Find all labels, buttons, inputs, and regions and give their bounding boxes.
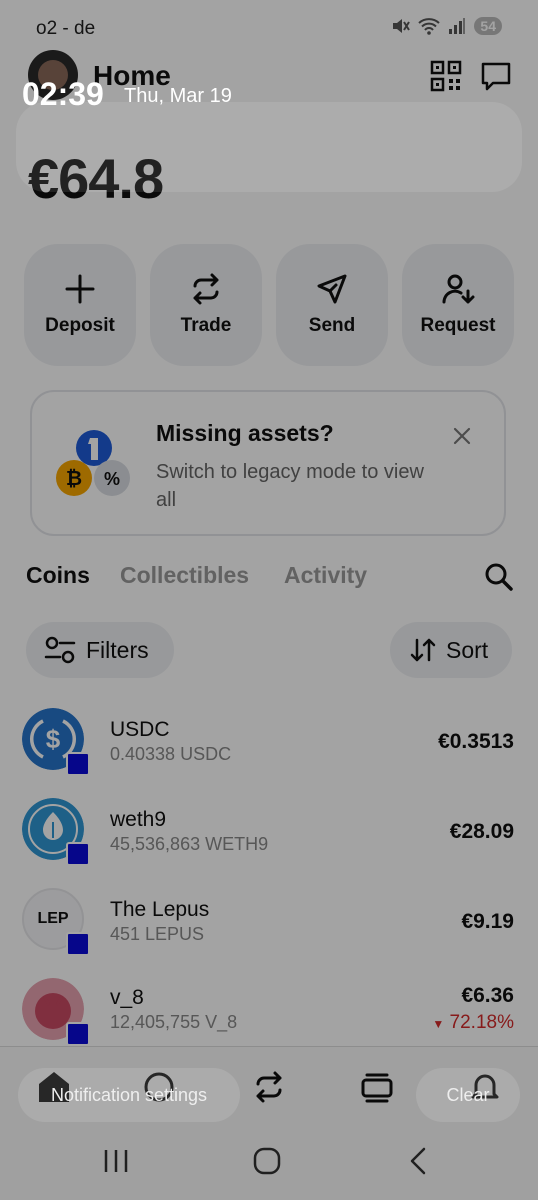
request-label: Request (420, 315, 496, 336)
qr-code-icon[interactable] (430, 60, 462, 92)
coin-row-usdc[interactable]: $ USDC 0.40338 USDC €0.3513 (0, 696, 538, 786)
tab-collectibles[interactable]: Collectibles (120, 562, 249, 589)
coin-row-weth9[interactable]: weth9 45,536,863 WETH9 €28.09 (0, 786, 538, 876)
notification-card[interactable] (16, 102, 522, 192)
sort-button[interactable]: Sort (390, 622, 512, 678)
assets-illustration-icon: ₿ % (56, 430, 130, 496)
network-badge-icon (66, 752, 90, 776)
coin-row-v8[interactable]: v_8 12,405,755 V_8 €6.36 ▼ 72.18% (0, 966, 538, 1056)
signal-icon (449, 18, 466, 34)
request-button[interactable]: Request (402, 244, 514, 366)
home-button-icon[interactable] (252, 1146, 282, 1176)
network-badge-icon (66, 1022, 90, 1046)
tab-coins[interactable]: Coins (26, 562, 90, 589)
wifi-icon (418, 18, 441, 35)
trade-button[interactable]: Trade (150, 244, 262, 366)
battery-badge: 54 (474, 17, 502, 35)
price-change-value: 72.18% (449, 1012, 514, 1033)
coin-value: €0.3513 (438, 730, 514, 753)
filters-button[interactable]: Filters (26, 622, 174, 678)
send-button[interactable]: Send (276, 244, 388, 366)
recent-apps-icon[interactable] (102, 1148, 130, 1174)
send-label: Send (308, 315, 356, 336)
close-icon[interactable] (452, 426, 472, 446)
overlay-clock: 02:39 (22, 76, 104, 112)
send-icon (317, 274, 347, 304)
price-change: ▼ 72.18% (432, 1012, 514, 1034)
coin-amount: 0.40338 USDC (110, 744, 232, 764)
sort-icon (410, 638, 436, 662)
plus-icon (65, 274, 95, 304)
request-user-icon (442, 274, 475, 304)
mute-icon (393, 19, 411, 33)
status-bar: o2 - de 54 (0, 0, 538, 56)
down-triangle-icon: ▼ (432, 1017, 445, 1031)
sort-label: Sort (446, 636, 489, 663)
coin-name: v_8 (110, 986, 144, 1009)
network-badge-icon (66, 842, 90, 866)
carrier-label: o2 - de (36, 18, 96, 39)
svg-text:%: % (104, 469, 120, 489)
banner-text: Switch to legacy mode to view all (156, 461, 424, 511)
coin-row-lepus[interactable]: LEP The Lepus 451 LEPUS €9.19 (0, 876, 538, 966)
chat-icon[interactable] (480, 60, 512, 92)
coin-amount: 451 LEPUS (110, 924, 205, 944)
banner-title: Missing assets? (156, 420, 334, 446)
coin-name: The Lepus (110, 898, 210, 921)
network-badge-icon (66, 932, 90, 956)
deposit-label: Deposit (45, 315, 115, 336)
status-icons: 54 (390, 16, 502, 36)
coin-value: €9.19 (461, 910, 514, 933)
coin-name: weth9 (110, 808, 167, 831)
notification-settings-button[interactable]: Notification settings (18, 1068, 240, 1122)
back-icon[interactable] (406, 1146, 430, 1176)
search-icon[interactable] (484, 562, 514, 592)
coin-name: USDC (110, 718, 170, 741)
trade-label: Trade (180, 315, 232, 336)
swap-nav-icon[interactable] (252, 1070, 286, 1104)
stack-icon[interactable] (360, 1070, 394, 1104)
trade-arrows-icon (193, 273, 219, 305)
filters-label: Filters (86, 636, 149, 663)
svg-text:$: $ (46, 724, 61, 754)
coin-amount: 12,405,755 V_8 (110, 1012, 238, 1032)
tab-activity[interactable]: Activity (284, 562, 367, 589)
filters-icon (44, 636, 76, 664)
coin-value: €28.09 (449, 820, 514, 843)
coin-amount: 45,536,863 WETH9 (110, 834, 269, 854)
coin-value: €6.36 (461, 984, 514, 1007)
deposit-button[interactable]: Deposit (24, 244, 136, 366)
overlay-date: Thu, Mar 19 (124, 85, 232, 107)
clear-notifications-button[interactable]: Clear (416, 1068, 520, 1122)
svg-text:₿: ₿ (66, 468, 82, 490)
